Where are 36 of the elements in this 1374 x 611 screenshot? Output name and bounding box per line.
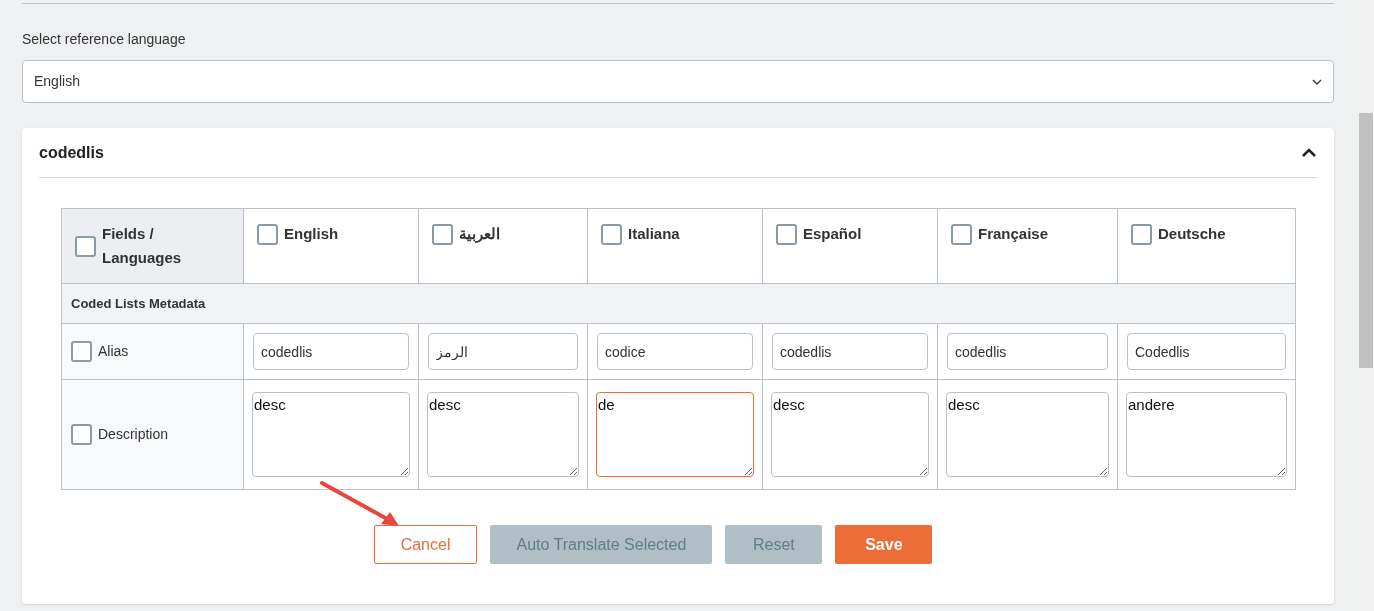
field-label: Select reference language	[22, 30, 187, 49]
checkbox[interactable]	[257, 223, 278, 245]
checkbox[interactable]	[776, 223, 797, 245]
column-header: Italiana	[628, 224, 680, 244]
panel-title: codedlis	[39, 142, 104, 163]
column-header: English	[284, 224, 339, 244]
description-field[interactable]: de	[596, 392, 754, 477]
description-field[interactable]: desc	[771, 392, 929, 477]
checkbox[interactable]	[71, 341, 92, 362]
checkbox[interactable]	[75, 235, 96, 257]
description-field[interactable]: desc	[427, 392, 579, 477]
row-label: Description	[98, 425, 169, 444]
alias-field[interactable]: codice	[597, 333, 753, 370]
checkbox[interactable]	[71, 424, 92, 445]
checkbox[interactable]	[951, 223, 972, 245]
column-header: Fields / Languages	[102, 224, 183, 268]
language-select[interactable]: English	[22, 60, 1334, 103]
chevron-down-icon	[1312, 78, 1322, 85]
checkbox[interactable]	[1131, 223, 1152, 245]
description-field[interactable]: desc	[946, 392, 1109, 477]
column-header: Française	[978, 224, 1049, 244]
alias-field[interactable]: codedlis	[947, 333, 1108, 370]
column-header: Deutsche	[1158, 224, 1226, 244]
chevron-up-icon[interactable]	[1301, 147, 1317, 158]
description-field[interactable]: desc	[252, 392, 410, 477]
row-label: Alias	[98, 342, 129, 361]
alias-field[interactable]: codedlis	[253, 333, 409, 370]
checkbox[interactable]	[432, 223, 453, 245]
alias-field[interactable]: الرمز	[428, 333, 578, 370]
column-header: Español	[803, 224, 862, 244]
checkbox[interactable]	[601, 223, 622, 245]
section-header: Coded Lists Metadata	[71, 296, 206, 311]
alias-field[interactable]: Codedlis	[1127, 333, 1286, 370]
column-header: العربية	[459, 224, 500, 245]
alias-field[interactable]: codedlis	[772, 333, 928, 370]
description-field[interactable]: andere	[1126, 392, 1287, 477]
